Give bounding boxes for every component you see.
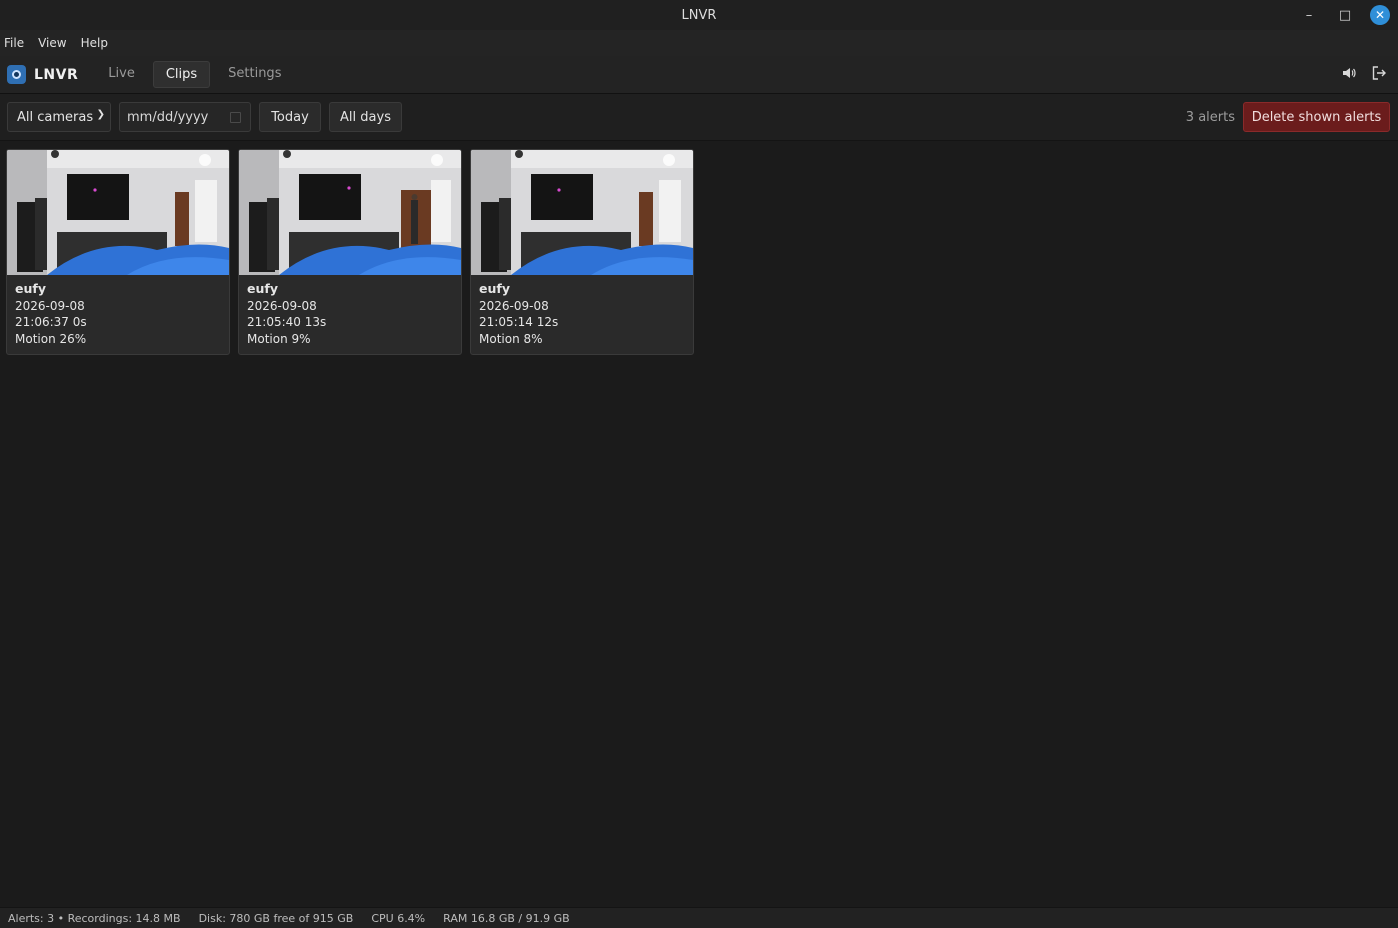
- clip-motion: Motion 26%: [15, 331, 87, 346]
- clip-thumbnail[interactable]: [7, 150, 229, 275]
- date-input[interactable]: mm/dd/yyyy: [119, 102, 251, 132]
- status-cpu: CPU 6.4%: [371, 911, 426, 925]
- calendar-icon[interactable]: [230, 112, 241, 123]
- clip-card[interactable]: eufy 2026-09-08 21:05:14 12s Motion 8%: [470, 149, 694, 355]
- tab-live[interactable]: Live: [96, 61, 147, 88]
- clip-camera-name: eufy: [479, 281, 510, 296]
- menubar: File View Help: [0, 30, 1398, 56]
- today-button[interactable]: Today: [259, 102, 321, 132]
- clip-motion: Motion 8%: [479, 331, 543, 346]
- all-days-button[interactable]: All days: [329, 102, 402, 132]
- app-logo: LNVR: [7, 65, 78, 84]
- clip-time-duration: 21:05:40 13s: [247, 315, 327, 329]
- status-disk: Disk: 780 GB free of 915 GB: [198, 911, 354, 925]
- window-title: LNVR: [681, 7, 717, 23]
- speaker-icon[interactable]: [1342, 65, 1356, 81]
- menu-file[interactable]: File: [4, 36, 24, 50]
- camera-filter-value: All cameras: [17, 109, 94, 125]
- clip-motion: Motion 9%: [247, 331, 311, 346]
- maximize-icon[interactable]: □: [1334, 4, 1356, 26]
- clip-time-duration: 21:05:14 12s: [479, 315, 559, 329]
- clip-thumbnail[interactable]: [471, 150, 693, 275]
- logout-icon[interactable]: [1372, 65, 1386, 81]
- header-actions: [1342, 65, 1386, 81]
- window-controls: – □ ✕: [1298, 4, 1390, 26]
- clip-camera-name: eufy: [247, 281, 278, 296]
- date-placeholder: mm/dd/yyyy: [127, 109, 209, 125]
- alerts-count: 3 alerts: [1185, 110, 1235, 125]
- filter-toolbar: All cameras ❯ mm/dd/yyyy Today All days …: [0, 94, 1398, 141]
- close-icon[interactable]: ✕: [1370, 5, 1390, 25]
- clip-date: 2026-09-08: [15, 298, 85, 313]
- clip-thumbnail[interactable]: [239, 150, 461, 275]
- clip-time-duration: 21:06:37 0s: [15, 315, 87, 329]
- delete-alerts-button[interactable]: Delete shown alerts: [1243, 102, 1390, 132]
- clip-card[interactable]: eufy 2026-09-08 21:06:37 0s Motion 26%: [6, 149, 230, 355]
- minimize-icon[interactable]: –: [1298, 4, 1320, 26]
- clip-card[interactable]: eufy 2026-09-08 21:05:40 13s Motion 9%: [238, 149, 462, 355]
- status-alerts-recordings: Alerts: 3 • Recordings: 14.8 MB: [8, 911, 181, 925]
- menu-view[interactable]: View: [38, 36, 66, 50]
- status-ram: RAM 16.8 GB / 91.9 GB: [443, 911, 570, 925]
- camera-filter-select[interactable]: All cameras ❯: [7, 102, 111, 132]
- app-header: LNVR Live Clips Settings: [0, 56, 1398, 94]
- clip-date: 2026-09-08: [247, 298, 317, 313]
- app-name: LNVR: [34, 66, 79, 83]
- menu-help[interactable]: Help: [81, 36, 108, 50]
- tab-settings[interactable]: Settings: [216, 61, 293, 88]
- status-bar: Alerts: 3 • Recordings: 14.8 MB Disk: 78…: [0, 907, 1398, 928]
- clip-grid: eufy 2026-09-08 21:06:37 0s Motion 26% e…: [6, 149, 694, 355]
- clip-date: 2026-09-08: [479, 298, 549, 313]
- chevron-down-icon: ❯: [96, 109, 105, 120]
- window-titlebar: LNVR – □ ✕: [0, 0, 1398, 30]
- nav-tabs: Live Clips Settings: [96, 61, 293, 88]
- camera-lens-icon: [7, 65, 26, 84]
- tab-clips[interactable]: Clips: [152, 61, 211, 88]
- clip-camera-name: eufy: [15, 281, 46, 296]
